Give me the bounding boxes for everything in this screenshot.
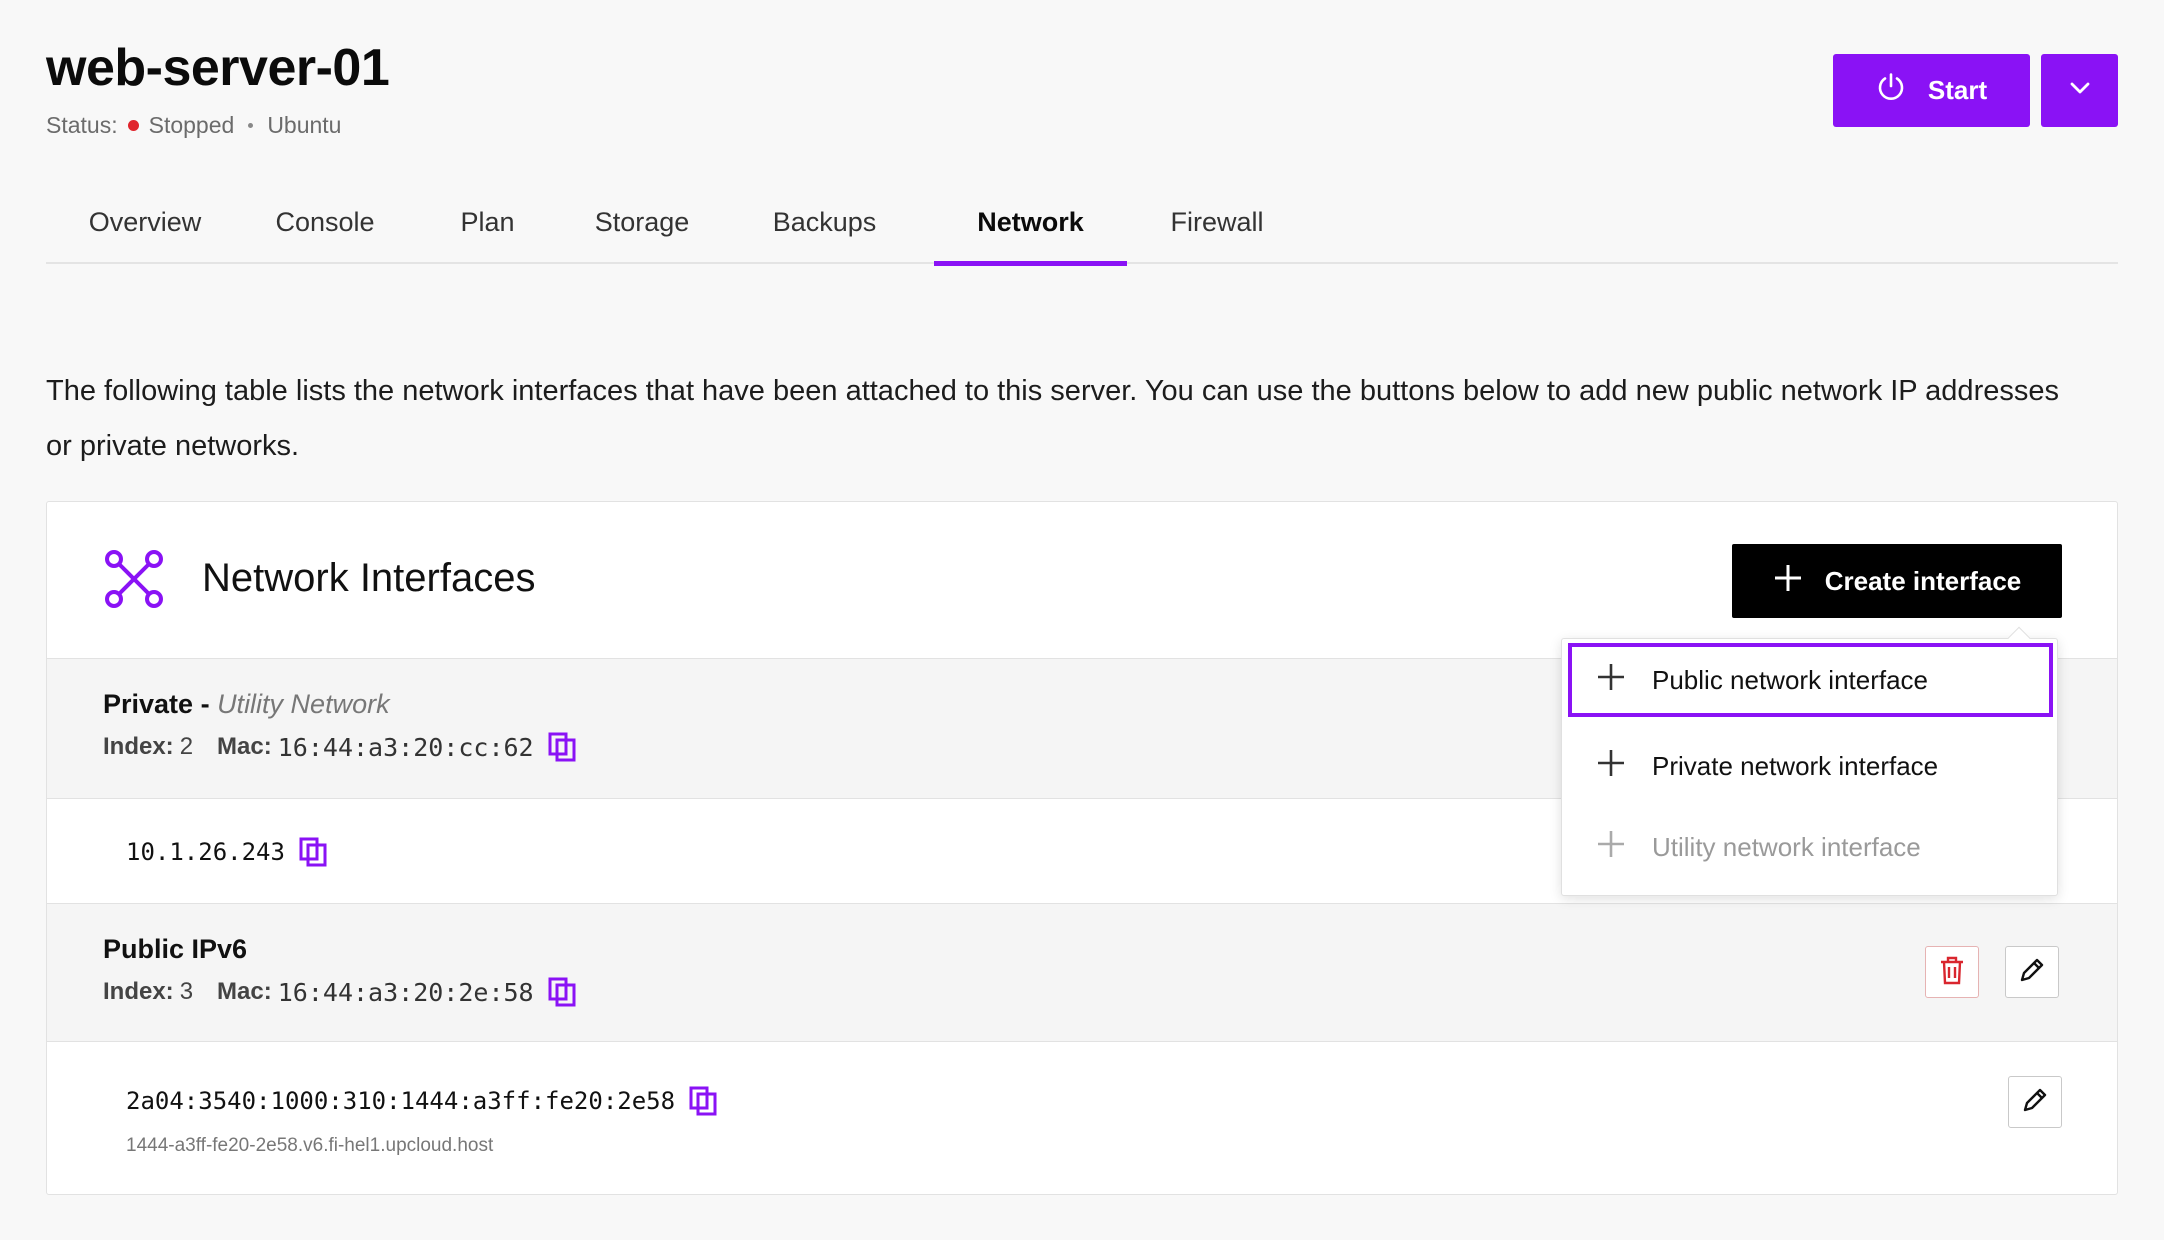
hostname: 1444-a3ff-fe20-2e58.v6.fi-hel1.upcloud.h… <box>126 1135 494 1156</box>
separator-dot <box>248 123 254 128</box>
interface-meta: Index: 3 Mac: 16:44:a3:20:2e:58 <box>103 977 576 1007</box>
card-header: Network Interfaces Create interface <box>47 502 2117 659</box>
interface-row: Public IPv6 Index: 3 Mac: 16:44:a3:20:2e… <box>47 904 2117 1042</box>
card-title: Network Interfaces <box>202 556 536 600</box>
copy-icon[interactable] <box>548 732 576 762</box>
network-icon <box>103 548 165 615</box>
copy-icon[interactable] <box>299 837 327 867</box>
status-label: Status: <box>46 112 118 138</box>
pencil-icon <box>2020 1085 2050 1120</box>
ip-address-line: 10.1.26.243 <box>126 837 327 867</box>
plus-icon <box>1596 829 1626 866</box>
copy-icon[interactable] <box>548 977 576 1007</box>
start-button[interactable]: Start <box>1833 54 2030 127</box>
edit-ip-button[interactable] <box>2008 1076 2062 1128</box>
menu-item-private-network-interface[interactable]: Private network interface <box>1568 729 2053 803</box>
interface-mac: 16:44:a3:20:cc:62 <box>277 732 534 762</box>
interface-meta: Index: 2 Mac: 16:44:a3:20:cc:62 <box>103 732 576 762</box>
server-status-line: Status: Stopped Ubuntu <box>46 112 341 139</box>
interface-name: Private - Utility Network <box>103 689 390 719</box>
tab-storage[interactable]: Storage <box>569 180 715 264</box>
tab-overview[interactable]: Overview <box>46 180 244 264</box>
power-icon <box>1876 72 1906 109</box>
start-options-button[interactable] <box>2041 54 2118 127</box>
interface-mac: 16:44:a3:20:2e:58 <box>277 977 534 1007</box>
plus-icon <box>1596 748 1626 785</box>
plus-icon <box>1596 662 1626 699</box>
tab-firewall[interactable]: Firewall <box>1127 180 1307 264</box>
interface-index: 3 <box>179 978 194 1005</box>
pencil-icon <box>2017 955 2047 990</box>
ip-address-row: 2a04:3540:1000:310:1444:a3ff:fe20:2e58 1… <box>47 1042 2117 1194</box>
chevron-down-icon <box>2069 81 2091 100</box>
ip-address-line: 2a04:3540:1000:310:1444:a3ff:fe20:2e58 <box>126 1086 717 1116</box>
interface-name: Public IPv6 <box>103 934 248 964</box>
tab-bar: Overview Console Plan Storage Backups Ne… <box>46 180 2118 266</box>
interface-network-name: Utility Network <box>217 689 390 719</box>
create-interface-menu: Public network interface Private network… <box>1561 626 2058 896</box>
tab-plan[interactable]: Plan <box>406 180 569 264</box>
create-interface-label: Create interface <box>1824 565 2022 596</box>
interface-index: 2 <box>179 733 194 760</box>
tab-console[interactable]: Console <box>244 180 406 264</box>
start-button-label: Start <box>1927 75 1988 105</box>
status-value: Stopped <box>148 112 235 138</box>
create-interface-button[interactable]: Create interface <box>1732 544 2062 618</box>
menu-item-public-network-interface[interactable]: Public network interface <box>1568 643 2053 717</box>
ip-address: 2a04:3540:1000:310:1444:a3ff:fe20:2e58 <box>126 1087 676 1115</box>
tab-backups[interactable]: Backups <box>715 180 934 264</box>
page-title: web-server-01 <box>46 39 390 97</box>
delete-interface-button[interactable] <box>1925 946 1979 998</box>
tab-network[interactable]: Network <box>934 180 1127 266</box>
copy-icon[interactable] <box>689 1086 717 1116</box>
edit-interface-button[interactable] <box>2005 946 2059 998</box>
menu-item-utility-network-interface[interactable]: Utility network interface <box>1568 810 2053 884</box>
status-dot <box>127 120 139 131</box>
os-label: Ubuntu <box>267 112 342 138</box>
ip-address: 10.1.26.243 <box>126 838 285 866</box>
trash-icon <box>1939 955 1965 990</box>
page-description: The following table lists the network in… <box>46 375 2059 462</box>
plus-icon <box>1773 563 1803 600</box>
